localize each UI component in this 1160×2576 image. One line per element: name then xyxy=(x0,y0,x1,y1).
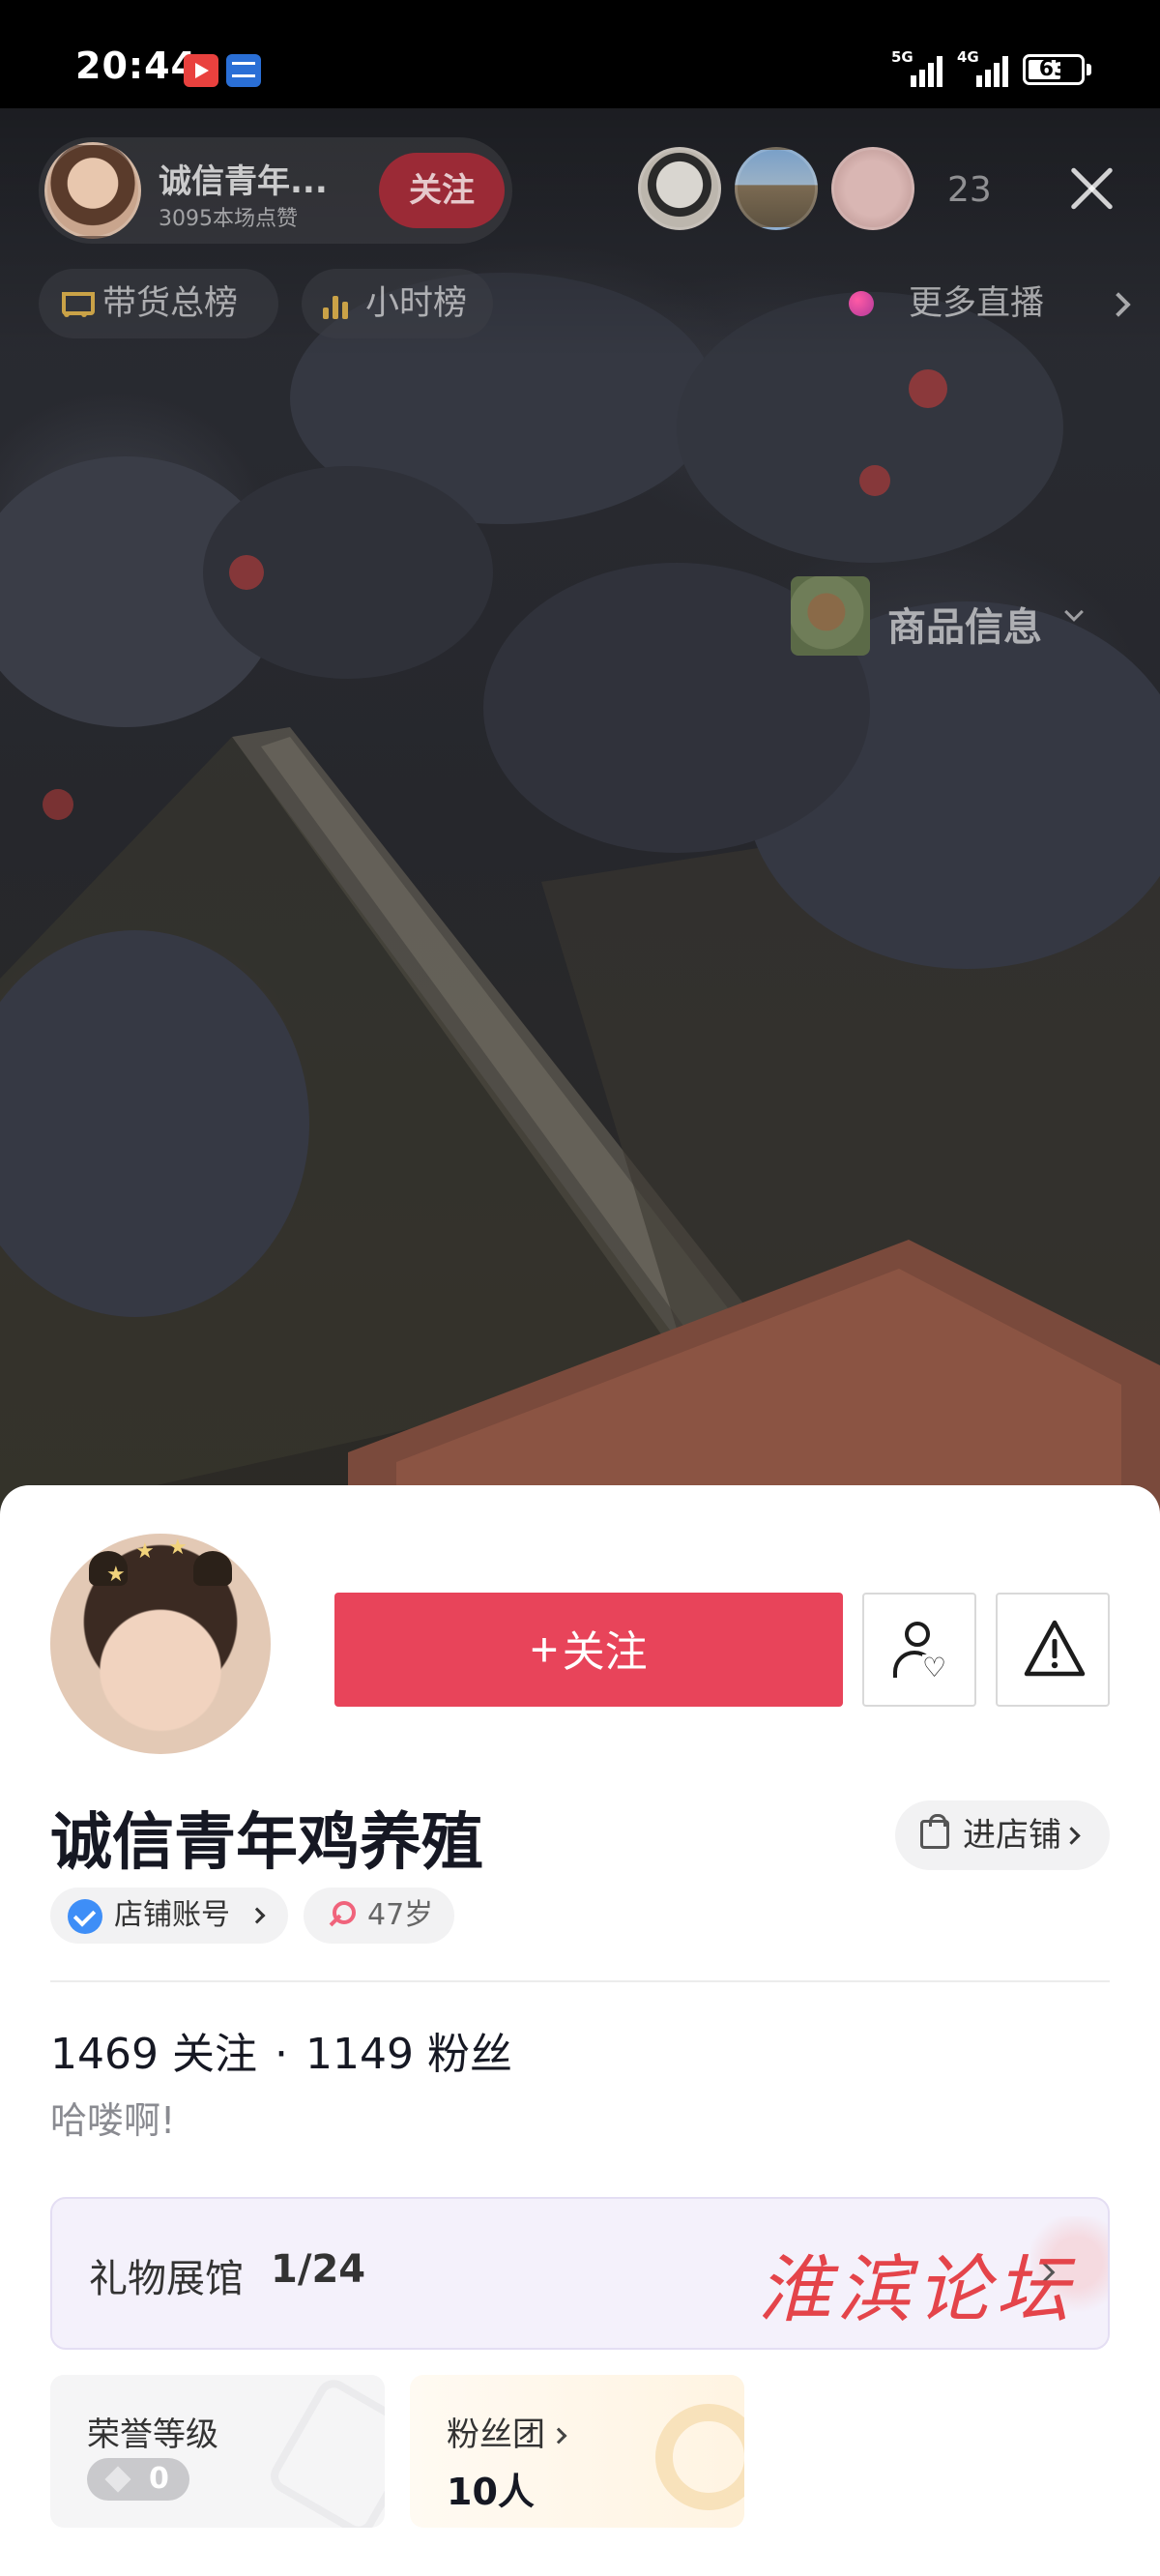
follow-button[interactable]: +关注 xyxy=(334,1593,843,1707)
female-icon xyxy=(325,1899,358,1932)
enter-shop-button[interactable]: 进店铺 xyxy=(895,1800,1110,1870)
bar-chart-icon xyxy=(323,290,352,319)
cart-icon xyxy=(56,286,95,319)
enter-shop-label: 进店铺 xyxy=(963,1817,1061,1854)
followers-stat[interactable]: 1149 粉丝 xyxy=(305,2019,512,2081)
hour-rank-label: 小时榜 xyxy=(365,284,468,323)
profile-avatar[interactable]: ★ ★ ★ xyxy=(50,1534,271,1754)
honor-level-badge: 0 xyxy=(87,2458,189,2501)
honor-level-value: 0 xyxy=(149,2462,169,2496)
chevron-right-icon xyxy=(1106,292,1131,317)
follow-stats: 1469 关注 · 1149 粉丝 xyxy=(50,2019,512,2081)
live-dot-icon xyxy=(849,291,874,316)
viewer-avatar-3[interactable] xyxy=(831,147,914,230)
host-avatar[interactable] xyxy=(44,142,141,239)
network-type-5g: 5G xyxy=(891,48,914,66)
status-bar: 20:44 5G 4G 63 xyxy=(0,0,1160,108)
report-button[interactable] xyxy=(996,1593,1110,1707)
shop-account-label: 店铺账号 xyxy=(114,1898,230,1932)
sales-rank-label: 带货总榜 xyxy=(102,284,239,323)
gift-hall-count: 1/24 xyxy=(271,2247,366,2292)
following-count: 1469 xyxy=(50,2030,159,2079)
honor-level-title: 荣誉等级 xyxy=(87,2415,218,2454)
fan-club-card[interactable]: 粉丝团 10人 xyxy=(410,2375,744,2528)
battery-icon: 63 xyxy=(1023,54,1085,85)
battery-level: 63 xyxy=(1038,57,1069,81)
follow-button-label: 关注 xyxy=(562,1628,648,1676)
heart-decoration xyxy=(655,2404,744,2510)
host-name[interactable]: 诚信青年... xyxy=(159,155,328,202)
chevron-right-icon xyxy=(248,1907,266,1924)
viewer-count[interactable]: 23 xyxy=(947,170,992,210)
gift-hall-label: 礼物展馆 xyxy=(89,2257,244,2301)
diamond-icon xyxy=(104,2466,131,2493)
forum-watermark: 淮滨论坛 xyxy=(758,2246,1075,2332)
age-label: 47岁 xyxy=(367,1898,434,1932)
followers-label: 粉丝 xyxy=(426,2030,512,2079)
hour-rank-pill[interactable]: 小时榜 xyxy=(302,269,493,338)
person-heart-icon: ♡ xyxy=(893,1622,949,1682)
signal-5g-icon: 5G xyxy=(891,50,949,87)
fan-club-title-row: 粉丝团 xyxy=(447,2408,567,2455)
plus-icon: + xyxy=(530,1623,559,1677)
viewer-avatar-1[interactable] xyxy=(638,147,721,230)
verified-check-icon xyxy=(68,1899,102,1934)
fan-club-count: 10人 xyxy=(447,2471,535,2513)
host-follow-button[interactable]: 关注 xyxy=(379,153,505,228)
host-likes: 3095本场点赞 xyxy=(159,207,298,231)
more-live-pill[interactable]: 更多直播 xyxy=(831,269,1131,338)
divider xyxy=(50,1980,1110,1982)
profile-name: 诚信青年鸡养殖 xyxy=(50,1807,483,1879)
fan-club-title: 粉丝团 xyxy=(447,2415,545,2454)
following-label: 关注 xyxy=(171,2030,257,2079)
product-info-label: 商品信息 xyxy=(887,605,1042,650)
shop-account-tag[interactable]: 店铺账号 xyxy=(50,1888,288,1944)
age-tag: 47岁 xyxy=(304,1888,454,1944)
status-time: 20:44 xyxy=(75,44,197,87)
chevron-right-icon xyxy=(550,2427,567,2444)
shopping-bag-icon xyxy=(920,1814,949,1849)
hexagon-decoration xyxy=(264,2375,385,2528)
more-live-label: 更多直播 xyxy=(909,284,1045,323)
battery-tip xyxy=(1087,64,1091,75)
sales-rank-pill[interactable]: 带货总榜 xyxy=(39,269,278,338)
car-app-notification-icon xyxy=(226,54,261,87)
signal-4g-icon: 4G xyxy=(957,50,1015,87)
chevron-right-icon xyxy=(1062,1827,1081,1845)
followers-count: 1149 xyxy=(304,2030,414,2079)
video-app-notification-icon xyxy=(184,54,218,87)
fan-club-button[interactable]: ♡ xyxy=(862,1593,976,1707)
stats-separator: · xyxy=(274,2030,288,2079)
network-type-4g: 4G xyxy=(957,48,979,66)
following-stat[interactable]: 1469 关注 xyxy=(50,2019,257,2081)
host-card[interactable]: 诚信青年... 3095本场点赞 关注 xyxy=(39,137,512,244)
close-icon[interactable] xyxy=(1063,161,1119,217)
viewer-avatar-2[interactable] xyxy=(735,147,818,230)
profile-sheet: ★ ★ ★ +关注 ♡ 诚信青年鸡养殖 进店铺 店铺账号 47岁 1469 关注… xyxy=(0,1485,1160,2576)
product-thumbnail xyxy=(791,576,870,656)
honor-level-card[interactable]: 荣誉等级 0 xyxy=(50,2375,385,2528)
live-video[interactable]: 诚信青年... 3095本场点赞 关注 23 带货总榜 小时榜 更多直播 商品信… xyxy=(0,108,1160,1520)
bio: 哈喽啊! xyxy=(50,2099,176,2142)
warning-icon xyxy=(1023,1618,1087,1680)
